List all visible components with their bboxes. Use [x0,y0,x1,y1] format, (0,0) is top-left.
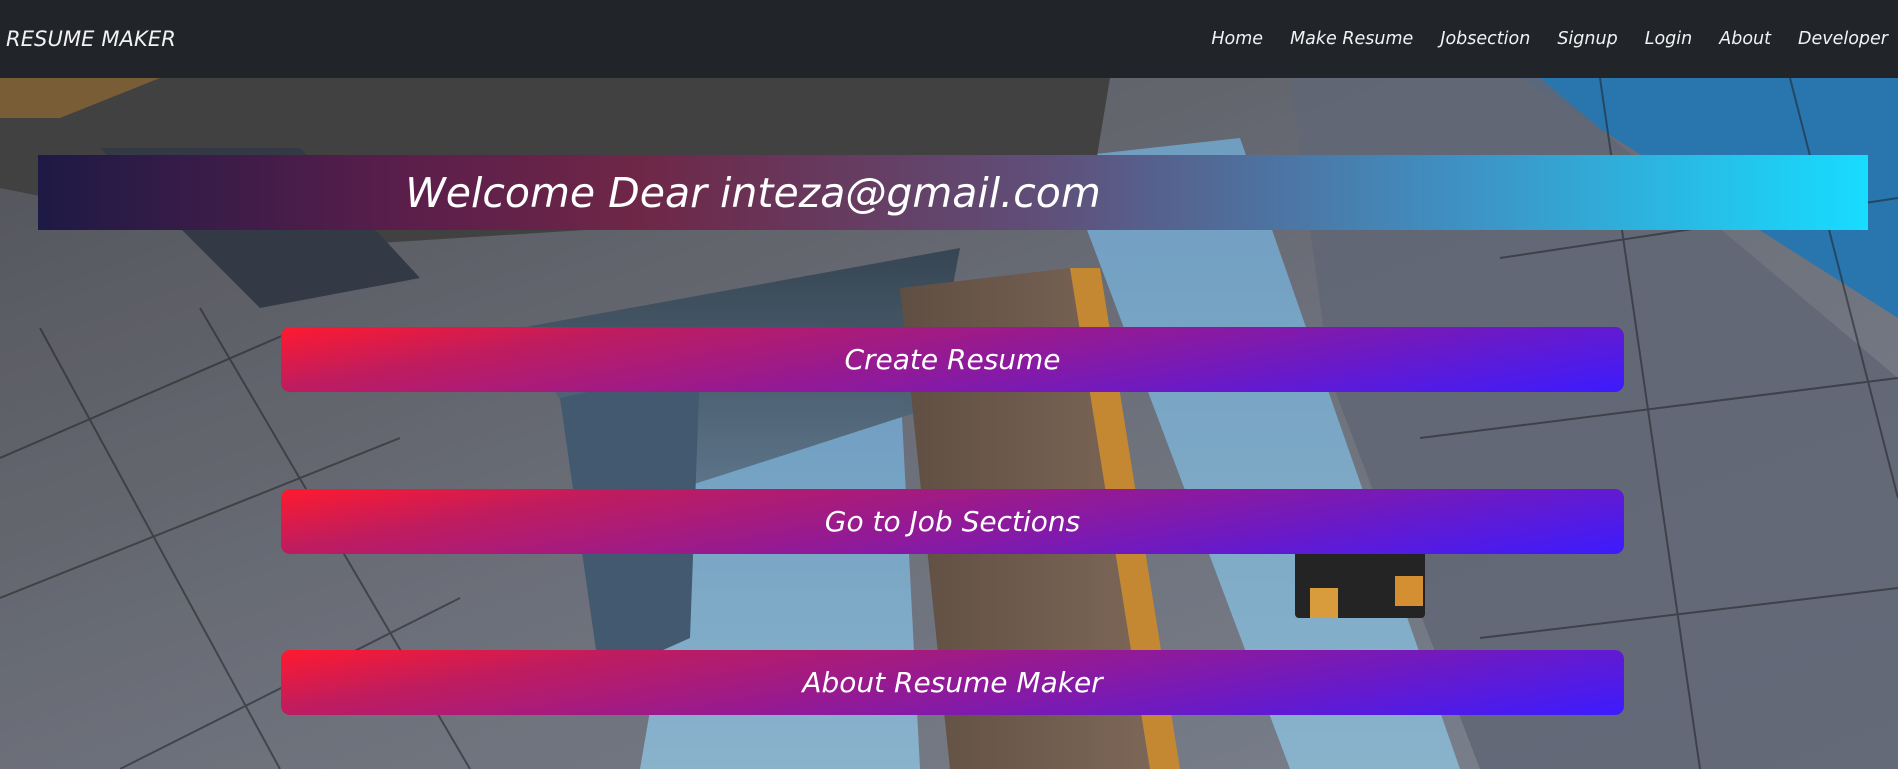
about-resume-maker-button[interactable]: About Resume Maker [281,650,1624,715]
nav-link-login[interactable]: Login [1645,29,1693,49]
top-navbar: RESUME MAKER Home Make Resume Jobsection… [0,0,1898,78]
create-resume-button[interactable]: Create Resume [281,327,1624,392]
nav-link-about[interactable]: About [1719,29,1771,49]
nav-links: Home Make Resume Jobsection Signup Login… [1184,29,1888,49]
welcome-message: Welcome Dear inteza@gmail.com [405,168,1101,217]
brand-logo-link[interactable]: RESUME MAKER [6,27,176,51]
welcome-banner: Welcome Dear inteza@gmail.com [38,155,1868,230]
nav-link-signup[interactable]: Signup [1557,29,1617,49]
nav-link-jobsection[interactable]: Jobsection [1440,29,1530,49]
job-sections-button[interactable]: Go to Job Sections [281,489,1624,554]
nav-link-developer[interactable]: Developer [1798,29,1888,49]
nav-link-make-resume[interactable]: Make Resume [1290,29,1413,49]
nav-link-home[interactable]: Home [1211,29,1263,49]
